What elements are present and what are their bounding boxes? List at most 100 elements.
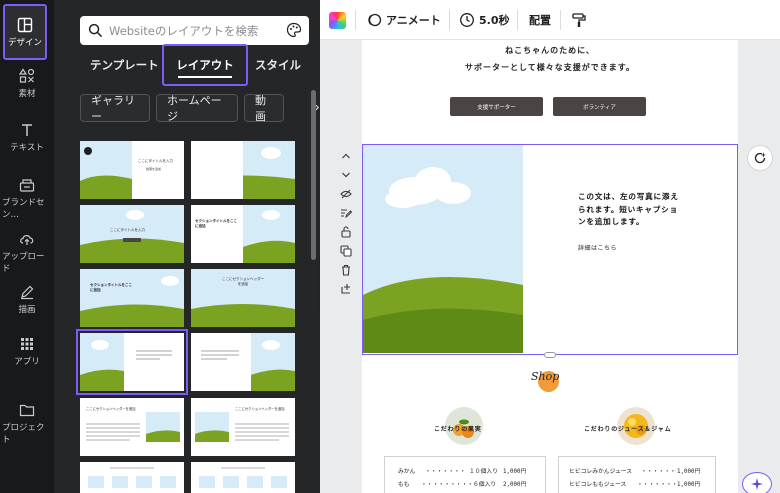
price-value: 1,000円 <box>503 469 527 475</box>
price-qty: １０個入り <box>469 469 498 475</box>
layout-thumb-9[interactable]: ここにセクションヘッダーを追加 <box>80 398 184 456</box>
thumb-art <box>80 141 132 199</box>
tab-templates[interactable]: テンプレート <box>90 50 159 80</box>
rail-item-brand[interactable]: ブランドセン… <box>2 177 52 220</box>
juice-price-box: ヒビコレみかんジュース ・・・・・・ 1,000円 ヒビコレももジュース ・・・… <box>558 456 716 493</box>
duplicate-icon[interactable] <box>338 241 354 260</box>
layout-thumb-4[interactable]: セクションタイトルをここに追加 <box>191 205 295 263</box>
layout-thumb-11[interactable] <box>80 462 184 493</box>
editor-toolbar: アニメート 5.0秒 配置 <box>320 0 780 40</box>
shop-logo: Shop <box>531 370 560 383</box>
thumb-title: ここにセクションヘッダーを追加 <box>235 407 285 411</box>
thumb-art <box>199 467 287 488</box>
rail-item-design[interactable]: デザイン <box>3 4 47 60</box>
divider <box>355 10 356 30</box>
rail-label: テキスト <box>10 143 44 153</box>
animate-label: アニメート <box>386 14 441 27</box>
thumb-title: ここにタイトルを入力 <box>138 159 173 163</box>
rail-item-text[interactable]: テキスト <box>2 122 52 153</box>
thumb-art <box>191 141 295 199</box>
thumb-title: セクションタイトルをここに追加 <box>195 219 237 228</box>
layout-thumb-12[interactable] <box>191 462 295 493</box>
trash-icon[interactable] <box>338 260 354 279</box>
layout-thumb-1[interactable]: ここにタイトルを入力 説明を追加 <box>80 141 184 199</box>
chip-gallery[interactable]: ギャラリー <box>80 94 150 123</box>
color-picker-icon[interactable] <box>329 12 346 29</box>
intro-line-1: ねこちゃんのために、 <box>505 46 595 55</box>
layout-thumb-7-selected[interactable] <box>76 329 188 395</box>
details-link[interactable]: 詳細はこちら <box>578 243 617 252</box>
left-rail: デザイン 素材 テキスト ブランドセン… アップロード 描画 アプリ プロジェク… <box>0 0 54 493</box>
divider <box>449 10 450 30</box>
layout-thumb-5[interactable]: セクションタイトルをここに追加 <box>80 269 184 327</box>
rail-item-draw[interactable]: 描画 <box>2 284 52 315</box>
tab-layouts[interactable]: レイアウト <box>162 44 248 86</box>
layout-panel: Websiteのレイアウトを検索 テンプレート レイアウト スタイル ギャラリー… <box>54 0 320 493</box>
rail-label: 素材 <box>18 89 36 99</box>
layout-thumb-8[interactable] <box>191 333 295 391</box>
apps-grid-icon <box>21 338 33 350</box>
paint-roller-icon <box>572 13 586 27</box>
rail-item-projects[interactable]: プロジェクト <box>2 402 52 445</box>
price-name: ヒビコレみかんジュース <box>569 469 633 475</box>
thumb-title: ここにタイトルを入力 <box>110 228 145 232</box>
edit-notes-icon[interactable] <box>338 203 354 222</box>
price-name: みかん <box>398 469 416 475</box>
divider <box>560 10 561 30</box>
search-input[interactable]: Websiteのレイアウトを検索 <box>80 16 309 45</box>
resize-handle[interactable] <box>544 352 556 358</box>
price-dots: ・・・・・・・ <box>637 482 678 488</box>
clock-icon <box>460 13 474 27</box>
caption-line-3: ンを追加します。 <box>578 217 645 226</box>
add-section-icon[interactable] <box>338 279 354 298</box>
thumb-art <box>80 205 184 263</box>
heading-fruit: こだわりの果実 <box>434 426 482 433</box>
section-tools <box>338 146 354 298</box>
rail-item-apps[interactable]: アプリ <box>2 336 52 367</box>
position-button[interactable]: 配置 <box>529 11 551 29</box>
thumb-art <box>80 269 184 327</box>
price-value: 1,000円 <box>677 482 701 488</box>
cloud-upload-icon <box>20 235 34 245</box>
panel-scrollbar[interactable] <box>311 90 316 260</box>
copy-style-button[interactable] <box>571 11 587 29</box>
fruit-price-box: みかん ・・・・・・・ １０個入り 1,000円 もも ・・・・・・・・・ ６個… <box>384 456 546 493</box>
pen-icon <box>21 285 34 300</box>
price-dots: ・・・・・・・ <box>425 469 466 475</box>
price-qty: ６個入り <box>473 482 497 488</box>
selected-section[interactable]: この文は、左の写真に添え られます。短いキャプショ ンを追加します。 詳細はこち… <box>362 144 738 358</box>
volunteer-button[interactable]: ボランティア <box>553 97 646 116</box>
chip-homepage[interactable]: ホームページ <box>156 94 238 123</box>
website-page[interactable]: ねこちゃんのために、 サポーターとして様々な支援ができます。 支援サポーター ボ… <box>362 40 738 493</box>
sparkle-icon <box>751 478 763 490</box>
layout-thumb-6[interactable]: ここにセクションヘッダーを追加 <box>191 269 295 327</box>
rail-label: プロジェクト <box>2 423 45 445</box>
editor-canvas: ねこちゃんのために、 サポーターとして様々な支援ができます。 支援サポーター ボ… <box>320 40 780 493</box>
sparkle-refresh-icon <box>754 152 766 164</box>
layout-thumb-10[interactable]: ここにセクションヘッダーを追加 <box>191 398 295 456</box>
move-down-icon[interactable] <box>338 165 354 184</box>
layout-thumb-3[interactable]: ここにタイトルを入力 <box>80 205 184 263</box>
tab-styles[interactable]: スタイル <box>255 50 301 80</box>
animate-button[interactable]: アニメート <box>366 11 441 29</box>
text-icon <box>22 124 32 136</box>
palette-icon[interactable] <box>286 22 302 38</box>
heading-juice: こだわりのジュース＆ジャム <box>584 426 672 433</box>
rail-item-elements[interactable]: 素材 <box>2 68 52 99</box>
layout-icon <box>17 17 33 32</box>
assistant-button[interactable] <box>742 472 772 493</box>
rail-item-uploads[interactable]: アップロード <box>2 231 52 274</box>
chip-video[interactable]: 動画 <box>244 94 284 123</box>
duration-button[interactable]: 5.0秒 <box>459 11 510 29</box>
supporter-button[interactable]: 支援サポーター <box>450 97 543 116</box>
move-up-icon[interactable] <box>338 146 354 165</box>
intro-line-2: サポーターとして様々な支援ができます。 <box>465 63 635 72</box>
landscape-photo <box>363 145 523 353</box>
rail-label: アプリ <box>14 357 40 367</box>
price-dots: ・・・・・・・・・ <box>421 482 474 488</box>
magic-switch-button[interactable] <box>747 145 773 171</box>
caption-text: この文は、左の写真に添え られます。短いキャプショ ンを追加します。 <box>578 191 679 229</box>
lock-icon[interactable] <box>338 222 354 241</box>
hide-icon[interactable] <box>338 184 354 203</box>
layout-thumb-2[interactable] <box>191 141 295 199</box>
